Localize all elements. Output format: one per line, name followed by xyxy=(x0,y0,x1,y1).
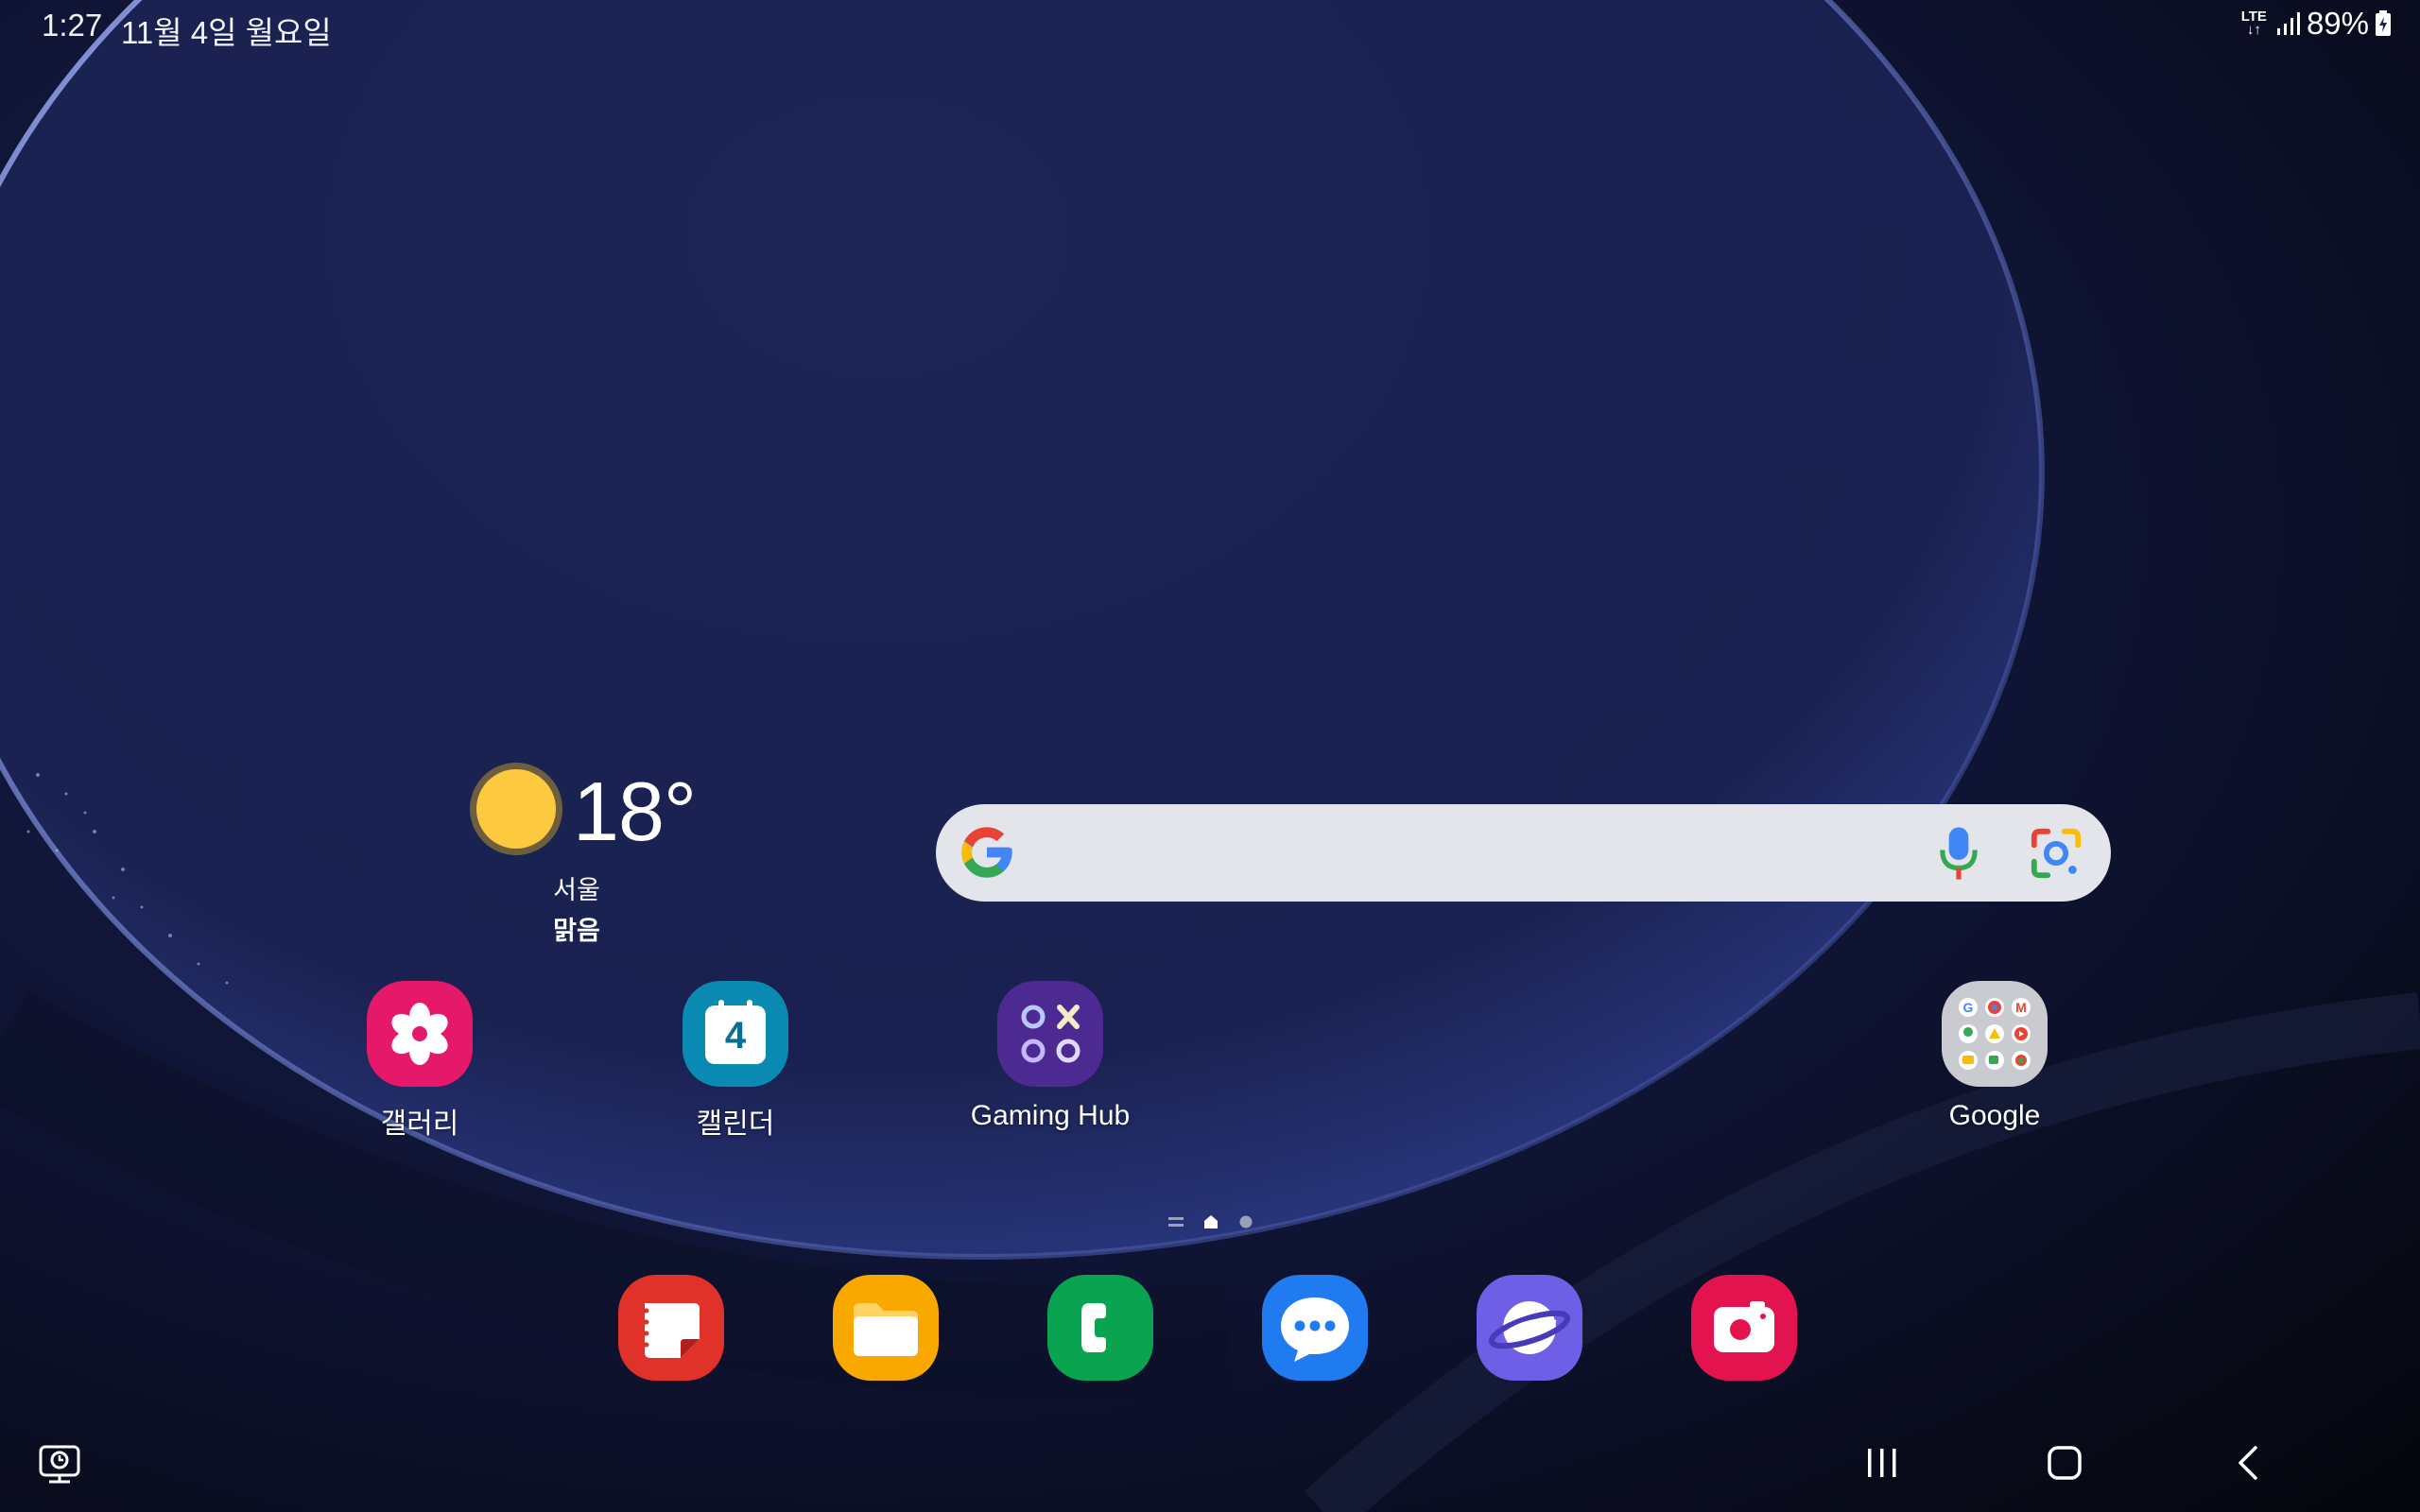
lte-indicator: LTE ↓↑ xyxy=(2240,9,2267,38)
home-icon[interactable] xyxy=(2046,1444,2083,1482)
app-label: Gaming Hub xyxy=(970,1100,1131,1131)
google-lens-icon[interactable] xyxy=(2029,826,2083,881)
messages-icon[interactable] xyxy=(1262,1275,1368,1381)
status-date: 11월 4일 월요일 xyxy=(121,15,332,50)
phone-icon[interactable] xyxy=(1047,1275,1153,1381)
gallery-icon[interactable] xyxy=(367,981,473,1087)
gaming-hub-icon[interactable] xyxy=(997,981,1103,1087)
status-time: 1:27 xyxy=(42,8,103,43)
home-page-icon[interactable] xyxy=(1202,1213,1219,1230)
app-gallery[interactable]: 갤러리 xyxy=(306,981,533,1142)
folder-google[interactable]: G M Google xyxy=(1881,981,2108,1132)
page-dot[interactable] xyxy=(1238,1214,1253,1229)
microphone-icon[interactable] xyxy=(1934,824,1983,883)
google-g-icon[interactable] xyxy=(957,822,1017,883)
battery-percent: 89% xyxy=(2306,6,2369,41)
google-folder-icon[interactable]: G M xyxy=(1942,981,2048,1087)
menu-page-icon[interactable] xyxy=(1168,1215,1184,1228)
notes-icon[interactable] xyxy=(618,1275,724,1381)
app-label: 갤러리 xyxy=(380,1108,459,1140)
wallpaper xyxy=(0,0,2420,1512)
my-files-icon[interactable] xyxy=(833,1275,939,1381)
weather-condition[interactable]: 맑음 xyxy=(529,910,624,947)
status-indicators: LTE ↓↑ 89% xyxy=(2241,6,2392,42)
sun-icon[interactable] xyxy=(476,769,556,849)
app-calendar[interactable]: 4 캘린더 xyxy=(622,981,849,1142)
weather-city[interactable]: 서울 xyxy=(529,869,624,906)
back-icon[interactable] xyxy=(2235,1444,2261,1482)
svg-text:M: M xyxy=(2015,1000,2027,1015)
camera-icon[interactable] xyxy=(1691,1275,1797,1381)
calendar-icon[interactable]: 4 xyxy=(683,981,788,1087)
svg-text:G: G xyxy=(1963,1000,1974,1015)
recent-apps-icon[interactable] xyxy=(1866,1446,1898,1480)
weather-temperature[interactable]: 18° xyxy=(573,764,697,860)
app-label: 캘린더 xyxy=(696,1108,775,1140)
page-indicator[interactable] xyxy=(1168,1213,1253,1230)
app-label: Google xyxy=(1948,1100,2041,1131)
internet-icon[interactable] xyxy=(1477,1275,1582,1381)
calendar-day: 4 xyxy=(724,1015,747,1057)
app-gaming-hub[interactable]: Gaming Hub xyxy=(937,981,1164,1132)
taskbar-toggle-icon[interactable] xyxy=(38,1444,83,1486)
signal-icon xyxy=(2276,12,2300,35)
battery-charging-icon xyxy=(2376,10,2391,36)
